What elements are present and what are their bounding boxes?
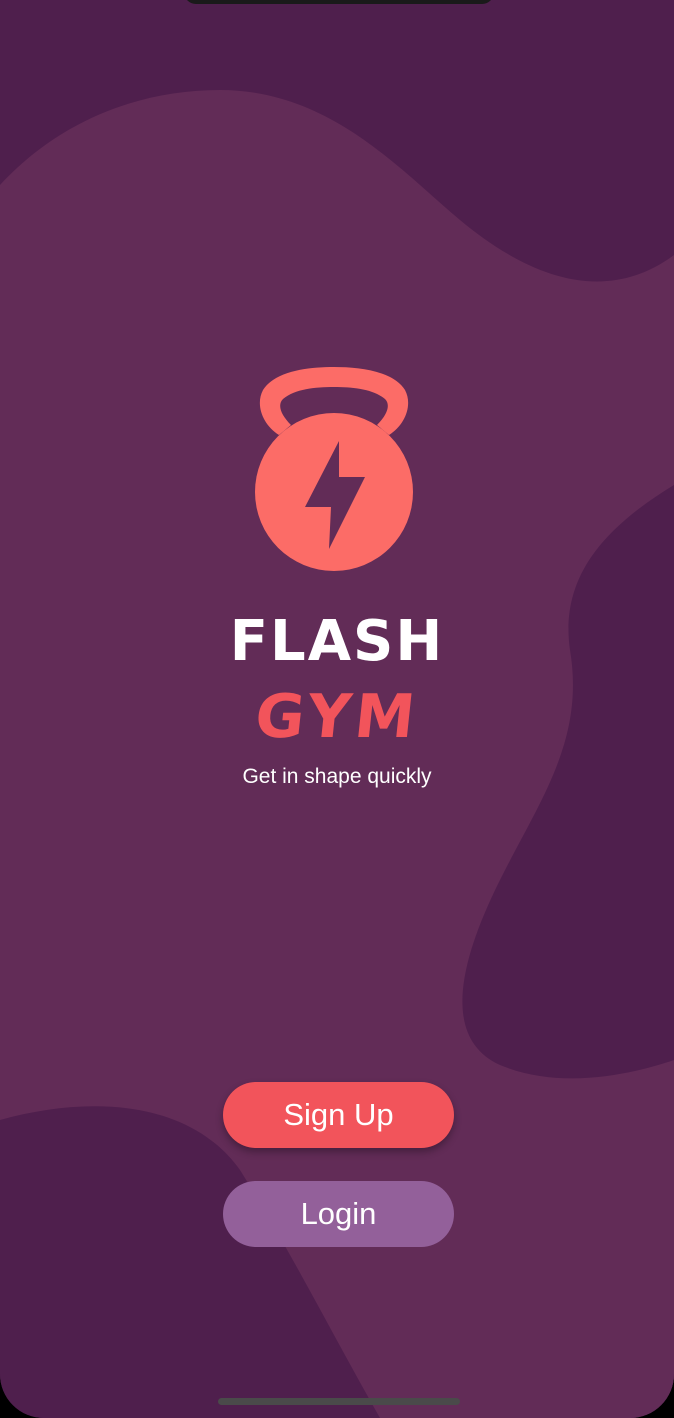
tagline: Get in shape quickly [242, 765, 432, 788]
sign-up-button[interactable]: Sign Up [223, 1082, 454, 1148]
home-indicator[interactable] [218, 1398, 460, 1405]
app-name-gym: GYM [251, 682, 423, 752]
kettlebell-lightning-icon [255, 367, 413, 571]
app-name-flash: FLASH [229, 609, 445, 674]
welcome-screen: FLASH GYM Get in shape quickly Sign Up L… [0, 0, 674, 1418]
login-button[interactable]: Login [223, 1181, 454, 1247]
status-bar-notch [184, 0, 494, 4]
